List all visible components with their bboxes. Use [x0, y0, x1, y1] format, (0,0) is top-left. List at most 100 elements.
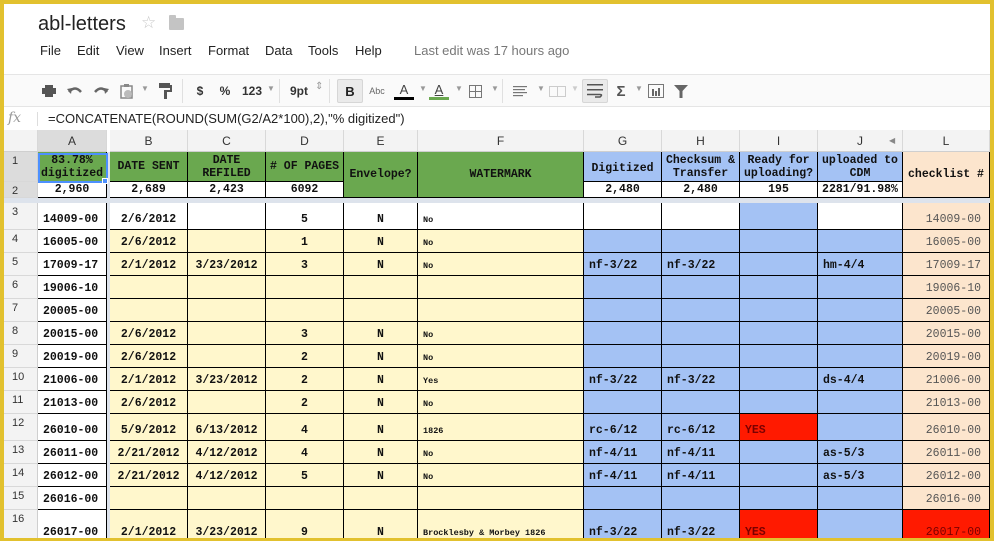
cell-g[interactable]: rc-6/12: [584, 414, 662, 441]
cell-j[interactable]: [818, 276, 903, 299]
cell-c[interactable]: [188, 203, 266, 230]
header-cell-d[interactable]: # OF PAGES: [266, 152, 344, 182]
menu-help[interactable]: Help: [355, 43, 382, 58]
cell-i[interactable]: [740, 253, 818, 276]
percent-format-button[interactable]: %: [217, 79, 233, 103]
last-edit-status[interactable]: Last edit was 17 hours ago: [414, 43, 569, 58]
cell-f[interactable]: [418, 276, 584, 299]
cell-d[interactable]: 9: [266, 510, 344, 541]
row-header[interactable]: 11: [4, 391, 38, 414]
cell-c[interactable]: 3/23/2012: [188, 510, 266, 541]
cell-d[interactable]: 1: [266, 230, 344, 253]
cell-a[interactable]: 16005-00: [38, 230, 107, 253]
cell-h[interactable]: [662, 322, 740, 345]
header-cell-a[interactable]: 83.78% digitized: [38, 152, 107, 182]
cell-h[interactable]: [662, 345, 740, 368]
summary-cell-h[interactable]: 2,480: [662, 182, 740, 198]
cell-i[interactable]: YES: [740, 510, 818, 541]
cell-g[interactable]: [584, 487, 662, 510]
cell-f[interactable]: [418, 299, 584, 322]
cell-h[interactable]: [662, 230, 740, 253]
cell-j[interactable]: [818, 414, 903, 441]
summary-cell-i[interactable]: 195: [740, 182, 818, 198]
cell-e[interactable]: N: [344, 464, 418, 487]
cell-j[interactable]: [818, 299, 903, 322]
cell-a[interactable]: 21006-00: [38, 368, 107, 391]
cell-j[interactable]: [818, 391, 903, 414]
cell-e[interactable]: N: [344, 510, 418, 541]
cell-f[interactable]: 1826: [418, 414, 584, 441]
cell-g[interactable]: [584, 299, 662, 322]
cell-i[interactable]: [740, 345, 818, 368]
cell-g[interactable]: [584, 391, 662, 414]
cell-c[interactable]: 4/12/2012: [188, 441, 266, 464]
cell-a[interactable]: 21013-00: [38, 391, 107, 414]
cell-e[interactable]: N: [344, 203, 418, 230]
cell-h[interactable]: [662, 391, 740, 414]
cell-i[interactable]: [740, 322, 818, 345]
cell-f[interactable]: No: [418, 203, 584, 230]
cell-j[interactable]: [818, 345, 903, 368]
paste-button[interactable]: [117, 79, 135, 103]
cell-j[interactable]: [818, 487, 903, 510]
cell-b[interactable]: 2/1/2012: [110, 368, 188, 391]
cell-c[interactable]: [188, 276, 266, 299]
number-format-button[interactable]: 123: [240, 79, 264, 103]
filter-button[interactable]: [672, 79, 690, 103]
row-header[interactable]: 16: [4, 510, 38, 541]
cell-c[interactable]: [188, 487, 266, 510]
row-header[interactable]: 9: [4, 345, 38, 368]
cell-f[interactable]: Brocklesby & Morbey 1826: [418, 510, 584, 541]
cell-b[interactable]: [110, 299, 188, 322]
star-icon[interactable]: ☆: [141, 13, 156, 33]
cell-d[interactable]: 2: [266, 368, 344, 391]
cell-d[interactable]: 4: [266, 441, 344, 464]
cell-g[interactable]: nf-4/11: [584, 464, 662, 487]
cell-l[interactable]: 20005-00: [903, 299, 990, 322]
summary-cell-b[interactable]: 2,689: [110, 182, 188, 198]
cell-b[interactable]: 2/6/2012: [110, 230, 188, 253]
row-header[interactable]: 12: [4, 414, 38, 441]
font-size-stepper-icon[interactable]: ⇕: [315, 81, 323, 92]
cell-l[interactable]: 21013-00: [903, 391, 990, 414]
frozen-columns-divider[interactable]: [107, 152, 110, 541]
cell-i[interactable]: [740, 441, 818, 464]
cell-d[interactable]: 2: [266, 391, 344, 414]
cell-g[interactable]: nf-4/11: [584, 441, 662, 464]
cell-i[interactable]: [740, 203, 818, 230]
cell-h[interactable]: nf-3/22: [662, 368, 740, 391]
cell-i[interactable]: [740, 487, 818, 510]
cell-e[interactable]: N: [344, 230, 418, 253]
folder-icon[interactable]: [169, 15, 184, 30]
cell-b[interactable]: [110, 487, 188, 510]
cell-c[interactable]: [188, 391, 266, 414]
cell-d[interactable]: 4: [266, 414, 344, 441]
column-header-c[interactable]: C: [188, 130, 266, 152]
row-header[interactable]: 15: [4, 487, 38, 510]
cell-a[interactable]: 26017-00: [38, 510, 107, 541]
header-cell-b[interactable]: DATE SENT: [110, 152, 188, 182]
row-header[interactable]: 7: [4, 299, 38, 322]
cell-j[interactable]: [818, 230, 903, 253]
bold-button[interactable]: B: [337, 79, 363, 103]
header-cell-h[interactable]: Checksum & Transfer: [662, 152, 740, 182]
cell-e[interactable]: [344, 299, 418, 322]
cell-b[interactable]: 2/6/2012: [110, 322, 188, 345]
cell-e[interactable]: N: [344, 253, 418, 276]
cell-b[interactable]: 2/21/2012: [110, 464, 188, 487]
header-cell-i[interactable]: Ready for uploading?: [740, 152, 818, 182]
cell-f[interactable]: No: [418, 441, 584, 464]
cell-b[interactable]: 2/21/2012: [110, 441, 188, 464]
cell-l[interactable]: 20019-00: [903, 345, 990, 368]
undo-button[interactable]: [66, 79, 84, 103]
cell-d[interactable]: 2: [266, 345, 344, 368]
cell-c[interactable]: 4/12/2012: [188, 464, 266, 487]
cell-l[interactable]: 26012-00: [903, 464, 990, 487]
cell-c[interactable]: 3/23/2012: [188, 253, 266, 276]
currency-format-button[interactable]: $: [192, 79, 208, 103]
cell-i[interactable]: [740, 368, 818, 391]
cell-l[interactable]: 26010-00: [903, 414, 990, 441]
text-color-caret[interactable]: ▼: [419, 84, 427, 93]
row-header[interactable]: 8: [4, 322, 38, 345]
cell-a[interactable]: 26011-00: [38, 441, 107, 464]
